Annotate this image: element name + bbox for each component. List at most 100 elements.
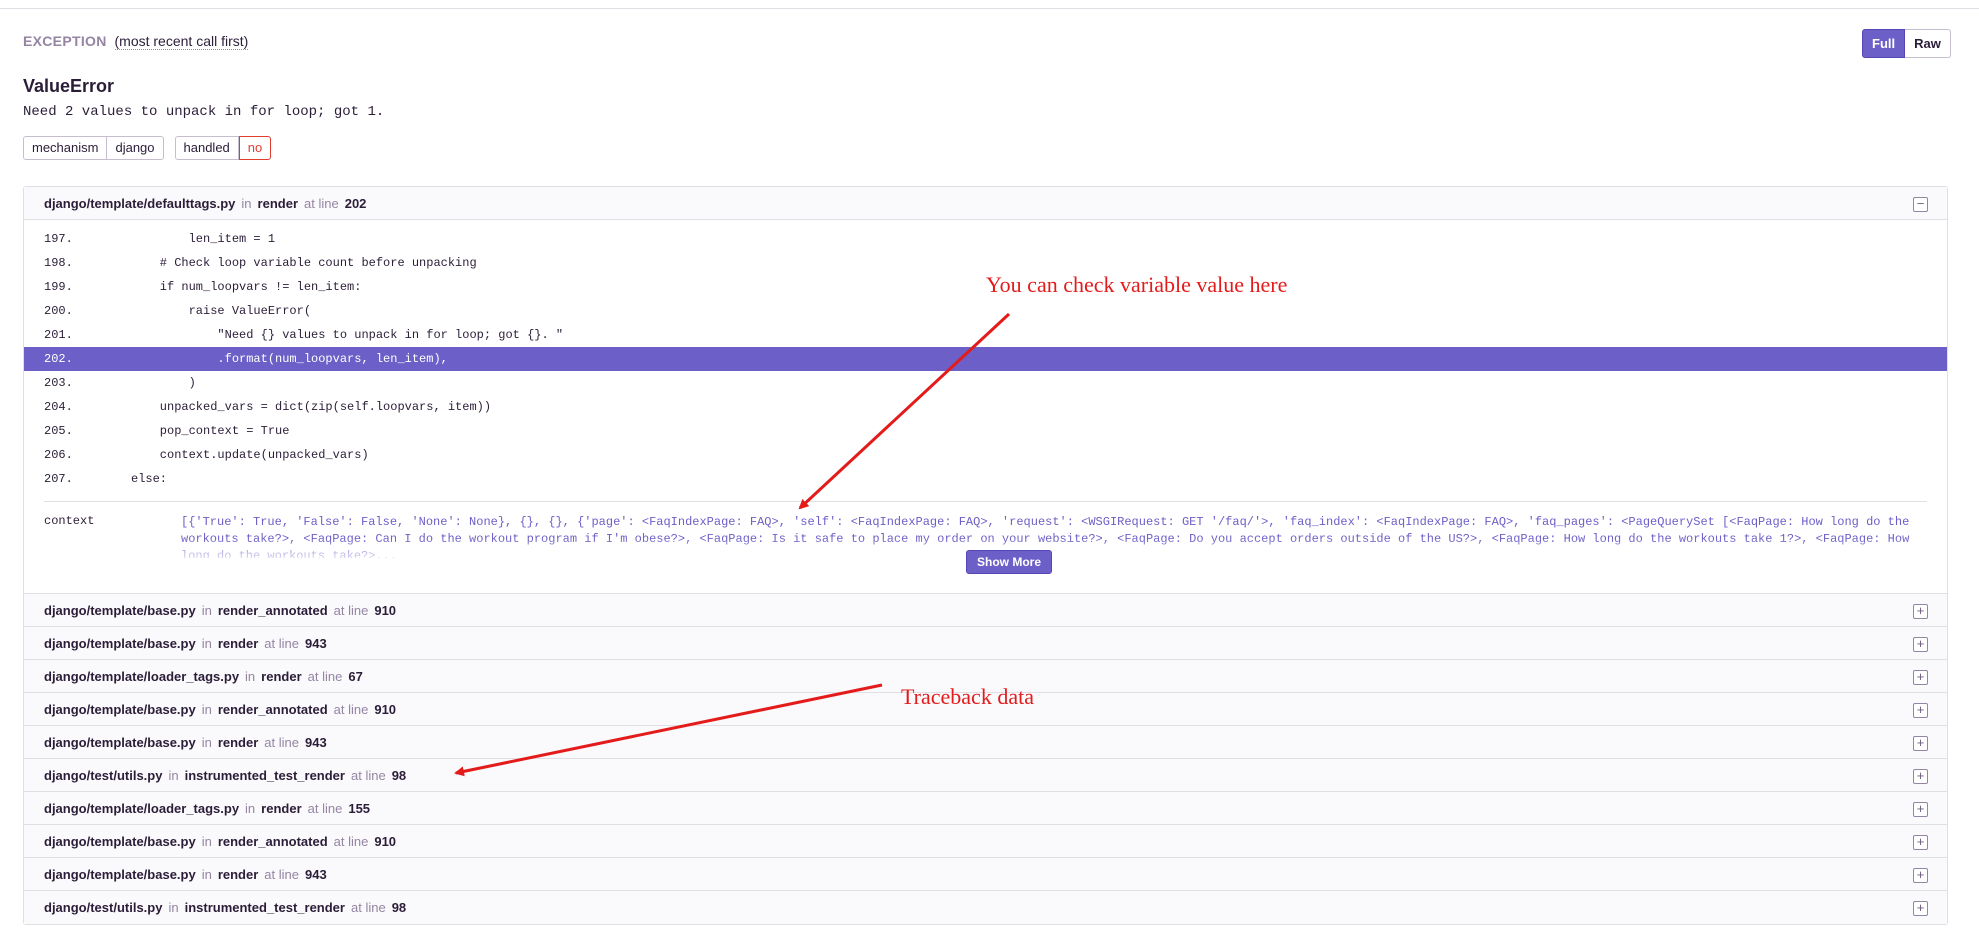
line-source: if num_loopvars != len_item:	[131, 280, 362, 294]
frame-function: instrumented_test_render	[184, 767, 345, 783]
frame-in-label: in	[168, 767, 179, 783]
line-number: 205.	[44, 424, 73, 438]
code-context: 197. len_item = 1 198. # Check loop varia…	[24, 220, 1947, 491]
frame-at-label: at line	[264, 734, 299, 750]
line-source: len_item = 1	[131, 232, 276, 246]
expand-icon[interactable]: +	[1913, 868, 1928, 883]
variable-value: [{'True': True, 'False': False, 'None': …	[181, 515, 1910, 558]
frame-at-label: at line	[350, 767, 386, 783]
code-line: 205. pop_context = True	[24, 419, 1947, 443]
frame-header[interactable]: django/template/base.py in render at line 94…	[24, 858, 1947, 891]
frame-header[interactable]: django/template/base.py in render at line 94…	[24, 726, 1947, 759]
view-toggle: Full Raw	[1862, 29, 1951, 58]
frame-line-number: 67	[348, 668, 363, 684]
frame-file: django/test/utils.py	[44, 767, 163, 783]
frame-line-number: 98	[391, 767, 407, 783]
line-source: # Check loop variable count before unpac…	[131, 256, 477, 270]
frame-in-label: in	[245, 668, 256, 684]
line-source: unpacked_vars = dict(zip(self.loopvars, …	[131, 400, 492, 414]
frame-at-label: at line	[333, 833, 369, 849]
line-source: .format(num_loopvars, len_item),	[131, 352, 448, 366]
frame-line-number: 943	[305, 734, 327, 750]
line-number: 203.	[44, 376, 73, 390]
frame-file: django/template/loader_tags.py	[44, 800, 240, 816]
line-number: 202.	[44, 352, 73, 366]
expand-icon[interactable]: +	[1913, 901, 1928, 916]
frame-in-label: in	[201, 701, 212, 717]
frame-file: django/template/defaulttags.py	[44, 195, 236, 211]
line-number: 201.	[44, 328, 73, 342]
frame-file: django/template/base.py	[44, 701, 196, 717]
code-line: 197. len_item = 1	[24, 227, 1947, 251]
exception-tags: mechanism django handled no	[23, 136, 272, 160]
frame-line-number: 943	[305, 635, 327, 651]
line-source: "Need {} values to unpack in for loop; g…	[131, 328, 564, 342]
expand-icon[interactable]: +	[1913, 670, 1928, 685]
frame-header[interactable]: django/template/base.py in render_annotate…	[24, 594, 1947, 627]
frame-line-number: 155	[348, 800, 371, 816]
line-number: 206.	[44, 448, 73, 462]
code-line: 207. else:	[24, 467, 1947, 491]
frame-at-label: at line	[307, 668, 343, 684]
line-number: 204.	[44, 400, 73, 414]
tag-key: mechanism	[23, 136, 108, 160]
frame-header[interactable]: django/test/utils.py in instrumented_test_…	[24, 759, 1947, 792]
call-order-hint: (most recent call first)	[114, 33, 249, 50]
show-more-button[interactable]: Show More	[966, 550, 1053, 574]
frame-function: render	[217, 734, 259, 750]
frame-in-label: in	[201, 635, 212, 651]
frame-header-expanded[interactable]: django/template/defaulttags.py in render…	[24, 187, 1947, 220]
frame-in-label: in	[245, 800, 256, 816]
frame-in-label: in	[201, 833, 212, 849]
frame-header[interactable]: django/template/base.py in render at line 94…	[24, 627, 1947, 660]
frame-at-label: at line	[304, 195, 339, 211]
frame-in-label: in	[201, 734, 212, 750]
frame-file: django/template/base.py	[44, 833, 196, 849]
frame-function: render	[261, 800, 302, 816]
frame-in-label: in	[201, 866, 212, 882]
frame-line-number: 910	[374, 602, 397, 618]
frame-function: render_annotated	[217, 833, 328, 849]
line-source: pop_context = True	[131, 424, 290, 438]
tag-mechanism[interactable]: mechanism django	[23, 136, 164, 160]
line-source: raise ValueError(	[131, 304, 312, 318]
frame-file: django/template/loader_tags.py	[44, 668, 240, 684]
tag-handled[interactable]: handled no	[174, 136, 272, 160]
expand-icon[interactable]: +	[1913, 637, 1928, 652]
frame-function: render	[217, 866, 259, 882]
line-source: else:	[131, 472, 168, 486]
expand-icon[interactable]: +	[1913, 703, 1928, 718]
line-number: 199.	[44, 280, 73, 294]
collapsed-frames: django/template/base.py in render_annotate…	[24, 594, 1947, 924]
exception-header: EXCEPTION (most recent call first)	[23, 33, 249, 50]
code-line-active: 202. .format(num_loopvars, len_item),	[24, 347, 1947, 371]
annotation-variable-note: You can check variable value here	[986, 272, 1288, 297]
frame-line-number: 943	[305, 866, 327, 882]
exception-type: ValueError	[23, 76, 115, 96]
expand-icon[interactable]: +	[1913, 835, 1928, 850]
code-line: 201. "Need {} values to unpack in for lo…	[24, 323, 1947, 347]
frame-variables: context [{'True': True, 'False': False, …	[44, 501, 1927, 589]
line-source: context.update(unpacked_vars)	[131, 448, 369, 462]
frame-header[interactable]: django/template/base.py in render_annotate…	[24, 825, 1947, 858]
collapse-icon[interactable]: −	[1913, 197, 1928, 212]
frame-header[interactable]: django/template/loader_tags.py in render at…	[24, 792, 1947, 825]
frame-function: render	[217, 635, 259, 651]
full-view-button[interactable]: Full	[1862, 29, 1906, 58]
frame-line-number: 910	[374, 833, 397, 849]
code-line: 203. )	[24, 371, 1947, 395]
expand-icon[interactable]: +	[1913, 736, 1928, 751]
frame-at-label: at line	[264, 635, 299, 651]
frame-at-label: at line	[333, 701, 369, 717]
raw-view-button[interactable]: Raw	[1905, 29, 1951, 58]
expand-icon[interactable]: +	[1913, 769, 1928, 784]
line-number: 207.	[44, 472, 73, 486]
expand-icon[interactable]: +	[1913, 802, 1928, 817]
frame-at-label: at line	[333, 602, 369, 618]
line-number: 197.	[44, 232, 73, 246]
frame-file: django/template/base.py	[44, 602, 196, 618]
expand-icon[interactable]: +	[1913, 604, 1928, 619]
frame-line-number: 202	[344, 195, 367, 211]
frame-header[interactable]: django/test/utils.py in instrumented_test_…	[24, 891, 1947, 924]
frame-at-label: at line	[350, 900, 386, 915]
